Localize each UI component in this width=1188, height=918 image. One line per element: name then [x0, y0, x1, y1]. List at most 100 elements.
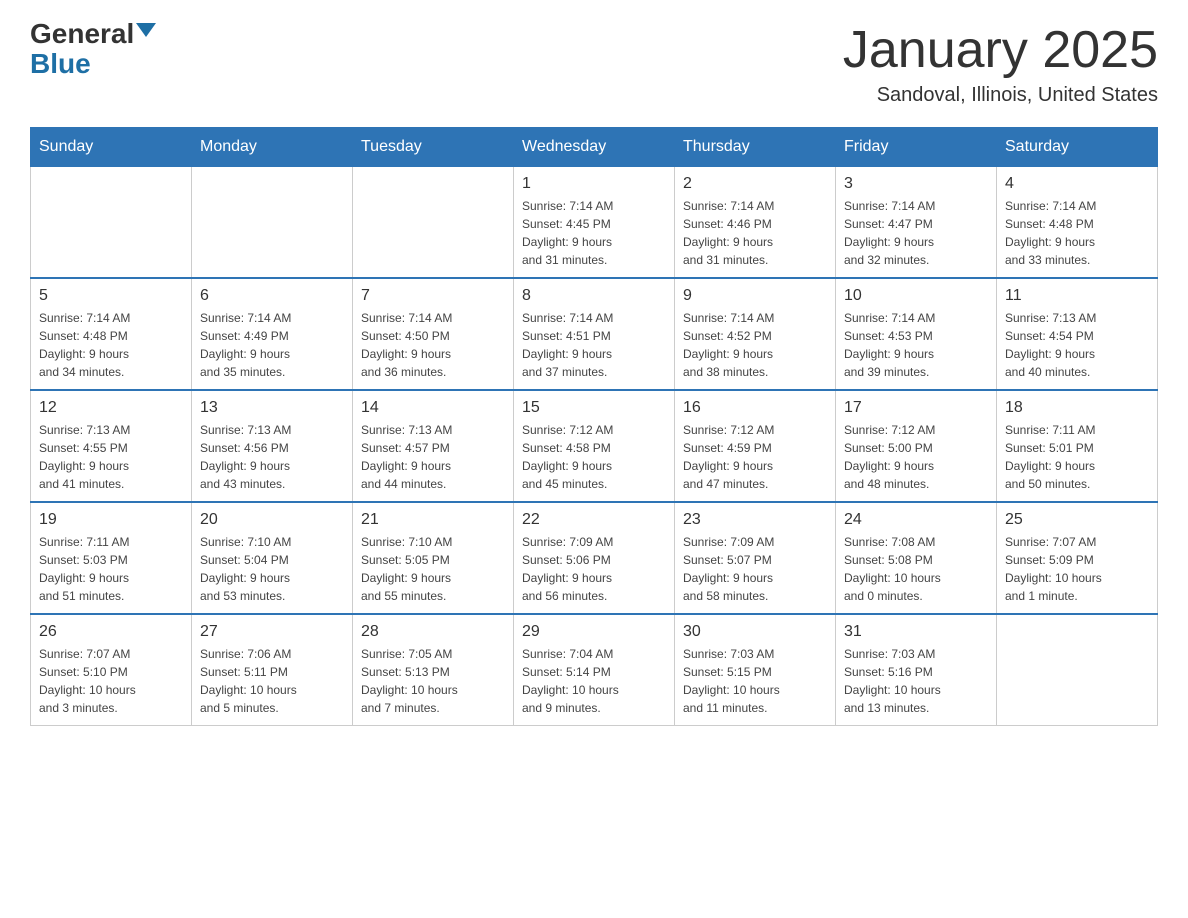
day-info: Sunrise: 7:09 AM Sunset: 5:07 PM Dayligh… [683, 533, 827, 605]
day-info: Sunrise: 7:14 AM Sunset: 4:46 PM Dayligh… [683, 197, 827, 269]
day-number: 25 [1005, 511, 1149, 529]
day-cell: 10 Sunrise: 7:14 AM Sunset: 4:53 PM Dayli… [836, 278, 997, 390]
day-cell: 24Sunrise: 7:08 AM Sunset: 5:08 PM Dayli… [836, 502, 997, 614]
day-cell: 31 Sunrise: 7:03 AM Sunset: 5:16 PM Dayli… [836, 614, 997, 726]
day-info: Sunrise: 7:12 AM Sunset: 5:00 PM Dayligh… [844, 421, 988, 493]
day-number: 6 [200, 287, 344, 305]
day-info: Sunrise: 7:13 AM Sunset: 4:55 PM Dayligh… [39, 421, 183, 493]
day-number: 10 [844, 287, 988, 305]
day-info: Sunrise: 7:10 AM Sunset: 5:05 PM Dayligh… [361, 533, 505, 605]
day-number: 23 [683, 511, 827, 529]
day-number: 26 [39, 623, 183, 641]
day-info: Sunrise: 7:14 AM Sunset: 4:45 PM Dayligh… [522, 197, 666, 269]
day-cell: 23 Sunrise: 7:09 AM Sunset: 5:07 PM Dayli… [675, 502, 836, 614]
location-subtitle: Sandoval, Illinois, United States [843, 84, 1158, 107]
day-info: Sunrise: 7:14 AM Sunset: 4:50 PM Dayligh… [361, 309, 505, 381]
day-info: Sunrise: 7:06 AM Sunset: 5:11 PM Dayligh… [200, 645, 344, 717]
day-info: Sunrise: 7:03 AM Sunset: 5:16 PM Dayligh… [844, 645, 988, 717]
day-number: 22 [522, 511, 666, 529]
day-info: Sunrise: 7:14 AM Sunset: 4:51 PM Dayligh… [522, 309, 666, 381]
day-cell: 17 Sunrise: 7:12 AM Sunset: 5:00 PM Dayli… [836, 390, 997, 502]
day-header-friday: Friday [836, 128, 997, 167]
day-cell: 16 Sunrise: 7:12 AM Sunset: 4:59 PM Dayli… [675, 390, 836, 502]
day-number: 27 [200, 623, 344, 641]
day-info: Sunrise: 7:14 AM Sunset: 4:53 PM Dayligh… [844, 309, 988, 381]
days-header-row: SundayMondayTuesdayWednesdayThursdayFrid… [31, 128, 1158, 167]
day-cell: 14 Sunrise: 7:13 AM Sunset: 4:57 PM Dayli… [353, 390, 514, 502]
day-cell: 5 Sunrise: 7:14 AM Sunset: 4:48 PM Daylig… [31, 278, 192, 390]
day-number: 8 [522, 287, 666, 305]
day-number: 13 [200, 399, 344, 417]
day-info: Sunrise: 7:13 AM Sunset: 4:56 PM Dayligh… [200, 421, 344, 493]
day-number: 12 [39, 399, 183, 417]
day-cell: 21 Sunrise: 7:10 AM Sunset: 5:05 PM Dayli… [353, 502, 514, 614]
day-number: 24 [844, 511, 988, 529]
logo-general-text: General [30, 20, 134, 48]
day-cell: 11Sunrise: 7:13 AM Sunset: 4:54 PM Dayli… [997, 278, 1158, 390]
day-header-saturday: Saturday [997, 128, 1158, 167]
day-cell: 30 Sunrise: 7:03 AM Sunset: 5:15 PM Dayli… [675, 614, 836, 726]
day-cell: 3 Sunrise: 7:14 AM Sunset: 4:47 PM Daylig… [836, 167, 997, 279]
logo: General Blue [30, 20, 156, 80]
week-row-3: 12 Sunrise: 7:13 AM Sunset: 4:55 PM Dayli… [31, 390, 1158, 502]
day-header-wednesday: Wednesday [514, 128, 675, 167]
logo-triangle-icon [136, 23, 156, 37]
day-info: Sunrise: 7:09 AM Sunset: 5:06 PM Dayligh… [522, 533, 666, 605]
day-number: 19 [39, 511, 183, 529]
day-info: Sunrise: 7:14 AM Sunset: 4:48 PM Dayligh… [39, 309, 183, 381]
day-header-tuesday: Tuesday [353, 128, 514, 167]
day-header-monday: Monday [192, 128, 353, 167]
week-row-1: 1 Sunrise: 7:14 AM Sunset: 4:45 PM Daylig… [31, 167, 1158, 279]
day-info: Sunrise: 7:05 AM Sunset: 5:13 PM Dayligh… [361, 645, 505, 717]
day-cell: 20 Sunrise: 7:10 AM Sunset: 5:04 PM Dayli… [192, 502, 353, 614]
day-number: 18 [1005, 399, 1149, 417]
day-number: 5 [39, 287, 183, 305]
day-cell: 6 Sunrise: 7:14 AM Sunset: 4:49 PM Daylig… [192, 278, 353, 390]
day-info: Sunrise: 7:11 AM Sunset: 5:03 PM Dayligh… [39, 533, 183, 605]
day-header-sunday: Sunday [31, 128, 192, 167]
day-info: Sunrise: 7:13 AM Sunset: 4:54 PM Dayligh… [1005, 309, 1149, 381]
day-number: 9 [683, 287, 827, 305]
day-number: 17 [844, 399, 988, 417]
day-number: 21 [361, 511, 505, 529]
day-number: 3 [844, 175, 988, 193]
day-number: 16 [683, 399, 827, 417]
day-info: Sunrise: 7:10 AM Sunset: 5:04 PM Dayligh… [200, 533, 344, 605]
day-info: Sunrise: 7:14 AM Sunset: 4:49 PM Dayligh… [200, 309, 344, 381]
day-cell [997, 614, 1158, 726]
day-info: Sunrise: 7:12 AM Sunset: 4:59 PM Dayligh… [683, 421, 827, 493]
day-cell: 25 Sunrise: 7:07 AM Sunset: 5:09 PM Dayli… [997, 502, 1158, 614]
day-header-thursday: Thursday [675, 128, 836, 167]
day-number: 31 [844, 623, 988, 641]
day-cell: 7 Sunrise: 7:14 AM Sunset: 4:50 PM Daylig… [353, 278, 514, 390]
day-info: Sunrise: 7:04 AM Sunset: 5:14 PM Dayligh… [522, 645, 666, 717]
day-number: 2 [683, 175, 827, 193]
day-number: 30 [683, 623, 827, 641]
day-cell: 2 Sunrise: 7:14 AM Sunset: 4:46 PM Daylig… [675, 167, 836, 279]
day-info: Sunrise: 7:07 AM Sunset: 5:09 PM Dayligh… [1005, 533, 1149, 605]
day-number: 1 [522, 175, 666, 193]
day-cell: 4 Sunrise: 7:14 AM Sunset: 4:48 PM Daylig… [997, 167, 1158, 279]
day-info: Sunrise: 7:13 AM Sunset: 4:57 PM Dayligh… [361, 421, 505, 493]
day-number: 7 [361, 287, 505, 305]
day-number: 20 [200, 511, 344, 529]
day-cell: 26 Sunrise: 7:07 AM Sunset: 5:10 PM Dayli… [31, 614, 192, 726]
day-number: 14 [361, 399, 505, 417]
day-number: 15 [522, 399, 666, 417]
day-cell: 15 Sunrise: 7:12 AM Sunset: 4:58 PM Dayli… [514, 390, 675, 502]
day-info: Sunrise: 7:12 AM Sunset: 4:58 PM Dayligh… [522, 421, 666, 493]
day-number: 4 [1005, 175, 1149, 193]
week-row-4: 19 Sunrise: 7:11 AM Sunset: 5:03 PM Dayli… [31, 502, 1158, 614]
day-info: Sunrise: 7:14 AM Sunset: 4:48 PM Dayligh… [1005, 197, 1149, 269]
day-info: Sunrise: 7:14 AM Sunset: 4:47 PM Dayligh… [844, 197, 988, 269]
day-info: Sunrise: 7:07 AM Sunset: 5:10 PM Dayligh… [39, 645, 183, 717]
week-row-2: 5 Sunrise: 7:14 AM Sunset: 4:48 PM Daylig… [31, 278, 1158, 390]
day-cell [31, 167, 192, 279]
header: General Blue January 2025 Sandoval, Illi… [30, 20, 1158, 107]
day-cell: 9Sunrise: 7:14 AM Sunset: 4:52 PM Daylig… [675, 278, 836, 390]
day-cell: 29Sunrise: 7:04 AM Sunset: 5:14 PM Dayli… [514, 614, 675, 726]
day-info: Sunrise: 7:03 AM Sunset: 5:15 PM Dayligh… [683, 645, 827, 717]
day-info: Sunrise: 7:11 AM Sunset: 5:01 PM Dayligh… [1005, 421, 1149, 493]
title-area: January 2025 Sandoval, Illinois, United … [843, 20, 1158, 107]
day-number: 28 [361, 623, 505, 641]
